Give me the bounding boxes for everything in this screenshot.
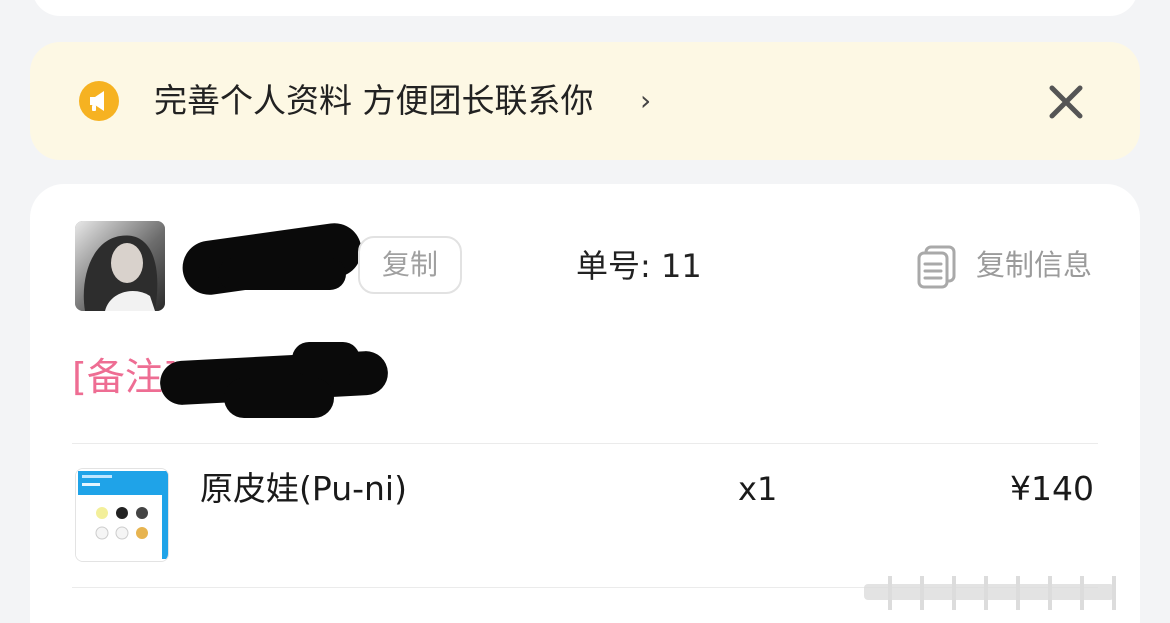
avatar[interactable]	[75, 221, 165, 311]
redaction-mark	[224, 378, 334, 418]
order-detail-page: 完善个人资料 方便团长联系你 › D 复制 单号: 11	[0, 0, 1170, 623]
divider	[72, 443, 1098, 444]
copy-document-icon	[917, 245, 956, 289]
megaphone-icon	[79, 81, 119, 121]
item-thumbnail[interactable]	[75, 468, 169, 562]
previous-card	[32, 0, 1138, 16]
redaction-mark	[292, 342, 360, 376]
redaction-mark	[218, 258, 346, 290]
copy-info-button[interactable]: 复制信息	[914, 242, 1098, 290]
copy-username-button[interactable]: 复制	[358, 236, 462, 294]
close-icon[interactable]	[1044, 80, 1088, 124]
copy-info-label: 复制信息	[976, 248, 1093, 282]
item-price: ¥140	[1010, 469, 1094, 508]
order-number: 单号: 11	[576, 247, 702, 285]
notice-text[interactable]: 完善个人资料 方便团长联系你	[154, 80, 594, 122]
watermark-overlay	[864, 576, 1116, 610]
plush-keyring-product-thumbnail	[76, 469, 168, 561]
item-quantity: x1	[738, 470, 778, 508]
item-name[interactable]: 原皮娃(Pu-ni)	[200, 466, 407, 512]
avatar-image	[75, 221, 165, 311]
chevron-right-icon[interactable]: ›	[640, 80, 651, 122]
